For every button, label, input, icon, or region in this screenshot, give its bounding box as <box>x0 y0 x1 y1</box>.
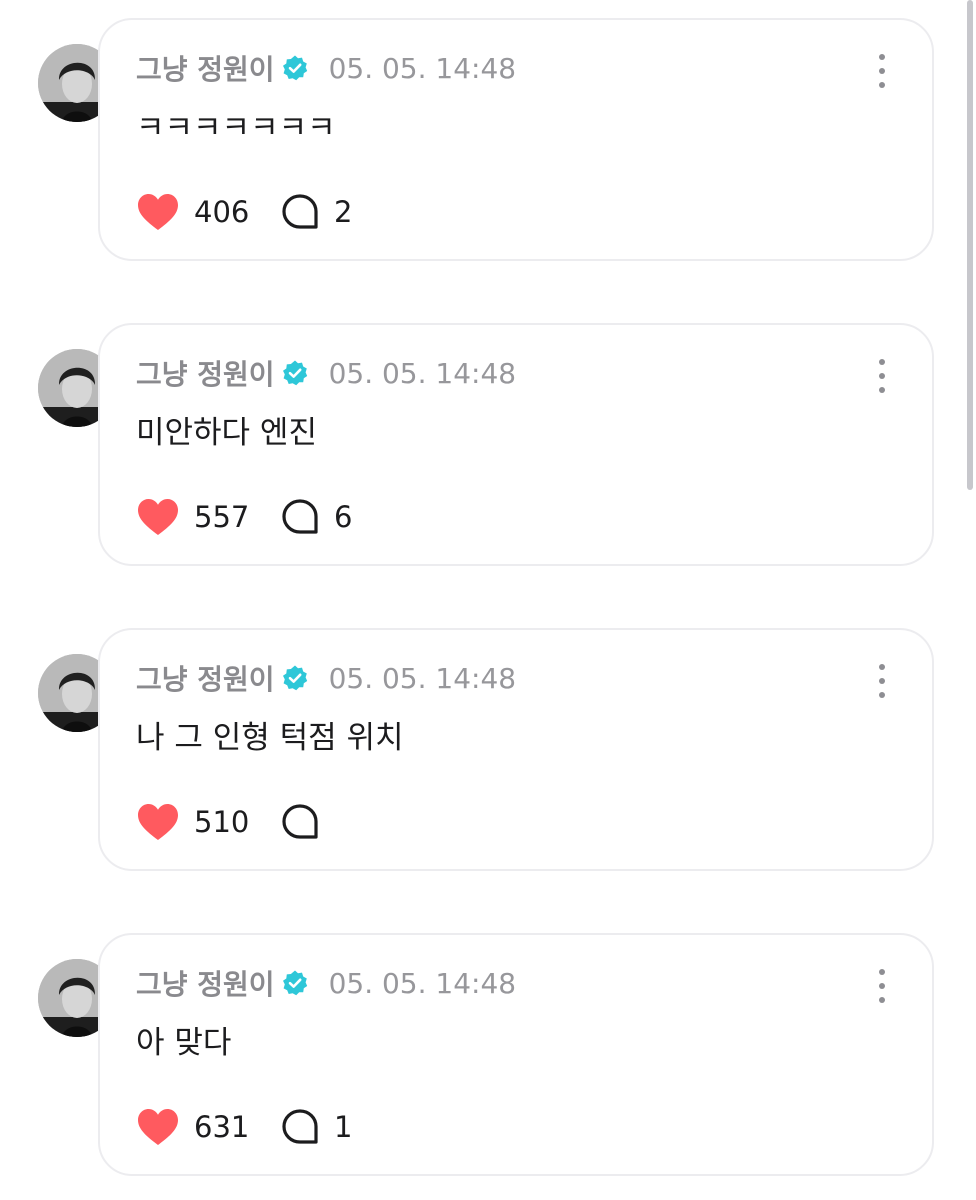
post-actions: 631 1 <box>136 1105 352 1149</box>
comment-button[interactable] <box>280 802 334 842</box>
heart-icon <box>138 194 178 230</box>
author-name[interactable]: 그냥 정원이 <box>136 48 275 88</box>
post-text: 아 맞다 <box>136 1025 232 1061</box>
comment-bubble-icon <box>282 804 318 839</box>
post-card: 그냥 정원이 05. 05. 14:48 나 그 인형 턱점 위치 510 <box>98 628 934 871</box>
post-item: 그냥 정원이 05. 05. 14:48 나 그 인형 턱점 위치 510 <box>38 628 936 873</box>
like-count: 557 <box>194 500 250 534</box>
more-vertical-icon[interactable] <box>876 664 888 698</box>
like-button[interactable]: 510 <box>136 802 254 842</box>
heart-icon <box>138 499 178 535</box>
more-vertical-icon[interactable] <box>876 54 888 88</box>
like-button[interactable]: 631 <box>136 1107 254 1147</box>
heart-icon <box>138 804 178 840</box>
verified-badge-icon <box>282 55 307 81</box>
verified-badge-icon <box>282 360 307 386</box>
verified-badge-icon <box>282 665 307 691</box>
post-card: 그냥 정원이 05. 05. 14:48 ㅋㅋㅋㅋㅋㅋㅋ 406 2 <box>98 18 934 261</box>
post-header: 그냥 정원이 05. 05. 14:48 <box>136 658 516 698</box>
post-header: 그냥 정원이 05. 05. 14:48 <box>136 48 516 88</box>
post-header: 그냥 정원이 05. 05. 14:48 <box>136 963 516 1003</box>
post-item: 그냥 정원이 05. 05. 14:48 ㅋㅋㅋㅋㅋㅋㅋ 406 2 <box>38 18 936 263</box>
comment-button[interactable]: 1 <box>280 1107 352 1147</box>
author-name[interactable]: 그냥 정원이 <box>136 353 275 393</box>
comment-button[interactable]: 2 <box>280 192 352 232</box>
post-card: 그냥 정원이 05. 05. 14:48 아 맞다 631 1 <box>98 933 934 1176</box>
post-timestamp: 05. 05. 14:48 <box>328 356 517 390</box>
like-count: 406 <box>194 195 250 229</box>
like-count: 631 <box>194 1110 250 1144</box>
post-actions: 557 6 <box>136 495 352 539</box>
more-vertical-icon[interactable] <box>876 969 888 1003</box>
post-timestamp: 05. 05. 14:48 <box>328 51 517 85</box>
post-actions: 406 2 <box>136 190 352 234</box>
post-timestamp: 05. 05. 14:48 <box>328 661 517 695</box>
post-item: 그냥 정원이 05. 05. 14:48 아 맞다 631 1 <box>38 933 936 1178</box>
comment-count: 2 <box>334 195 353 229</box>
more-vertical-icon[interactable] <box>876 359 888 393</box>
like-button[interactable]: 406 <box>136 192 254 232</box>
like-count: 510 <box>194 805 250 839</box>
post-actions: 510 <box>136 800 334 844</box>
scrollbar[interactable] <box>967 0 973 490</box>
comment-count: 6 <box>334 500 353 534</box>
post-text: 미안하다 엔진 <box>136 415 317 451</box>
verified-badge-icon <box>282 970 307 996</box>
comment-count: 1 <box>334 1110 353 1144</box>
author-name[interactable]: 그냥 정원이 <box>136 963 275 1003</box>
post-text: ㅋㅋㅋㅋㅋㅋㅋ <box>136 110 336 146</box>
post-text: 나 그 인형 턱점 위치 <box>136 720 404 756</box>
post-card: 그냥 정원이 05. 05. 14:48 미안하다 엔진 557 6 <box>98 323 934 566</box>
like-button[interactable]: 557 <box>136 497 254 537</box>
comment-button[interactable]: 6 <box>280 497 352 537</box>
post-item: 그냥 정원이 05. 05. 14:48 미안하다 엔진 557 6 <box>38 323 936 568</box>
post-header: 그냥 정원이 05. 05. 14:48 <box>136 353 516 393</box>
heart-icon <box>138 1109 178 1145</box>
comment-bubble-icon <box>282 194 318 229</box>
post-feed: 그냥 정원이 05. 05. 14:48 ㅋㅋㅋㅋㅋㅋㅋ 406 2 그냥 정원… <box>0 0 976 1200</box>
post-timestamp: 05. 05. 14:48 <box>328 966 517 1000</box>
comment-bubble-icon <box>282 499 318 534</box>
comment-bubble-icon <box>282 1109 318 1144</box>
author-name[interactable]: 그냥 정원이 <box>136 658 275 698</box>
